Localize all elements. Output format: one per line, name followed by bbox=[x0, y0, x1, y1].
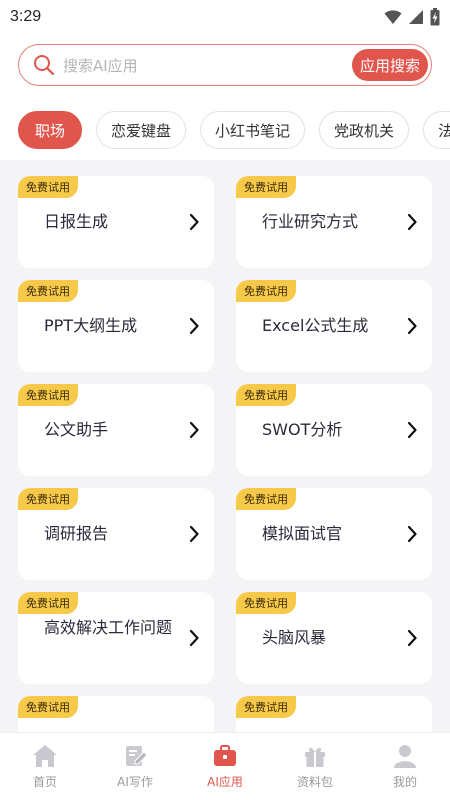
app-search-button[interactable]: 应用搜索 bbox=[352, 49, 428, 81]
chevron-right-icon bbox=[189, 213, 199, 231]
free-trial-badge: 免费试用 bbox=[236, 696, 296, 718]
app-card-title: 高效解决工作问题 bbox=[44, 618, 173, 637]
chevron-right-icon bbox=[189, 421, 199, 439]
nav-item-ai-write[interactable]: AI写作 bbox=[90, 743, 180, 790]
chevron-right-icon bbox=[189, 629, 199, 647]
battery-icon bbox=[430, 8, 440, 26]
status-icons bbox=[384, 8, 440, 26]
search-icon bbox=[34, 55, 55, 76]
wifi-icon bbox=[384, 10, 402, 24]
app-card[interactable]: 免费试用 bbox=[18, 696, 214, 732]
nav-label: 资料包 bbox=[296, 775, 333, 789]
app-card-title: 公文助手 bbox=[44, 420, 109, 439]
status-time: 3:29 bbox=[10, 8, 42, 25]
nav-item-profile[interactable]: 我的 bbox=[360, 743, 450, 790]
bottom-nav: 首页 AI写作 AI应用 资料包 我的 bbox=[0, 732, 450, 800]
app-card[interactable]: 免费试用 SWOT分析 bbox=[236, 384, 432, 476]
app-card[interactable]: 免费试用 高效解决工作问题 bbox=[18, 592, 214, 684]
free-trial-badge: 免费试用 bbox=[18, 384, 78, 406]
app-card[interactable]: 免费试用 Excel公式生成 bbox=[236, 280, 432, 372]
free-trial-badge: 免费试用 bbox=[236, 280, 296, 302]
app-card[interactable]: 免费试用 bbox=[236, 696, 432, 732]
app-card[interactable]: 免费试用 日报生成 bbox=[18, 176, 214, 268]
app-card-title: PPT大纲生成 bbox=[44, 316, 138, 335]
app-card-title: 行业研究方式 bbox=[262, 212, 359, 231]
app-card-title: 模拟面试官 bbox=[262, 524, 343, 543]
nav-item-home[interactable]: 首页 bbox=[0, 743, 90, 790]
app-card[interactable]: 免费试用 调研报告 bbox=[18, 488, 214, 580]
nav-label: AI写作 bbox=[117, 775, 153, 789]
app-card[interactable]: 免费试用 PPT大纲生成 bbox=[18, 280, 214, 372]
app-card-title: 日报生成 bbox=[44, 212, 109, 231]
app-card[interactable]: 免费试用 行业研究方式 bbox=[236, 176, 432, 268]
free-trial-badge: 免费试用 bbox=[236, 488, 296, 510]
chevron-right-icon bbox=[407, 213, 417, 231]
search-bar[interactable]: 搜索AI应用 应用搜索 bbox=[18, 44, 432, 86]
free-trial-badge: 免费试用 bbox=[18, 176, 78, 198]
app-card[interactable]: 免费试用 公文助手 bbox=[18, 384, 214, 476]
app-list-area: 免费试用 日报生成 免费试用 行业研究方式 免费试用 PPT大纲生成 免费试用 … bbox=[0, 160, 450, 732]
signal-icon bbox=[409, 10, 423, 24]
nav-item-resources[interactable]: 资料包 bbox=[270, 743, 360, 790]
category-chip-love-keyboard[interactable]: 恋爱键盘 bbox=[96, 111, 187, 149]
category-chip-workplace[interactable]: 职场 bbox=[18, 111, 83, 149]
status-bar: 3:29 bbox=[0, 0, 450, 34]
chevron-right-icon bbox=[407, 317, 417, 335]
chevron-right-icon bbox=[189, 317, 199, 335]
category-chip-xiaohongshu[interactable]: 小红书笔记 bbox=[200, 111, 306, 149]
gift-icon bbox=[305, 747, 325, 767]
nav-label: 首页 bbox=[32, 775, 57, 789]
chevron-right-icon bbox=[407, 421, 417, 439]
app-card-title: Excel公式生成 bbox=[262, 316, 369, 335]
nav-label: 我的 bbox=[392, 775, 417, 789]
app-card-title: 头脑风暴 bbox=[262, 628, 327, 647]
chevron-right-icon bbox=[407, 629, 417, 647]
app-card-grid: 免费试用 日报生成 免费试用 行业研究方式 免费试用 PPT大纲生成 免费试用 … bbox=[18, 176, 432, 732]
chevron-right-icon bbox=[189, 525, 199, 543]
free-trial-badge: 免费试用 bbox=[236, 384, 296, 406]
chevron-right-icon bbox=[407, 525, 417, 543]
briefcase-icon bbox=[214, 745, 236, 766]
nav-item-ai-apps[interactable]: AI应用 bbox=[180, 743, 270, 790]
write-icon bbox=[126, 746, 148, 766]
free-trial-badge: 免费试用 bbox=[18, 280, 78, 302]
category-tabs: 职场 恋爱键盘 小红书笔记 党政机关 法 bbox=[18, 111, 450, 149]
app-card-title: SWOT分析 bbox=[262, 420, 343, 439]
app-card[interactable]: 免费试用 头脑风暴 bbox=[236, 592, 432, 684]
free-trial-badge: 免费试用 bbox=[18, 488, 78, 510]
nav-label: AI应用 bbox=[207, 775, 243, 789]
free-trial-badge: 免费试用 bbox=[236, 176, 296, 198]
category-chip-law[interactable]: 法 bbox=[423, 111, 450, 149]
app-card[interactable]: 免费试用 模拟面试官 bbox=[236, 488, 432, 580]
free-trial-badge: 免费试用 bbox=[236, 592, 296, 614]
home-icon bbox=[33, 745, 57, 767]
free-trial-badge: 免费试用 bbox=[18, 696, 78, 718]
category-chip-government[interactable]: 党政机关 bbox=[319, 111, 410, 149]
app-card-title: 调研报告 bbox=[44, 524, 109, 543]
free-trial-badge: 免费试用 bbox=[18, 592, 78, 614]
user-icon bbox=[394, 745, 416, 768]
